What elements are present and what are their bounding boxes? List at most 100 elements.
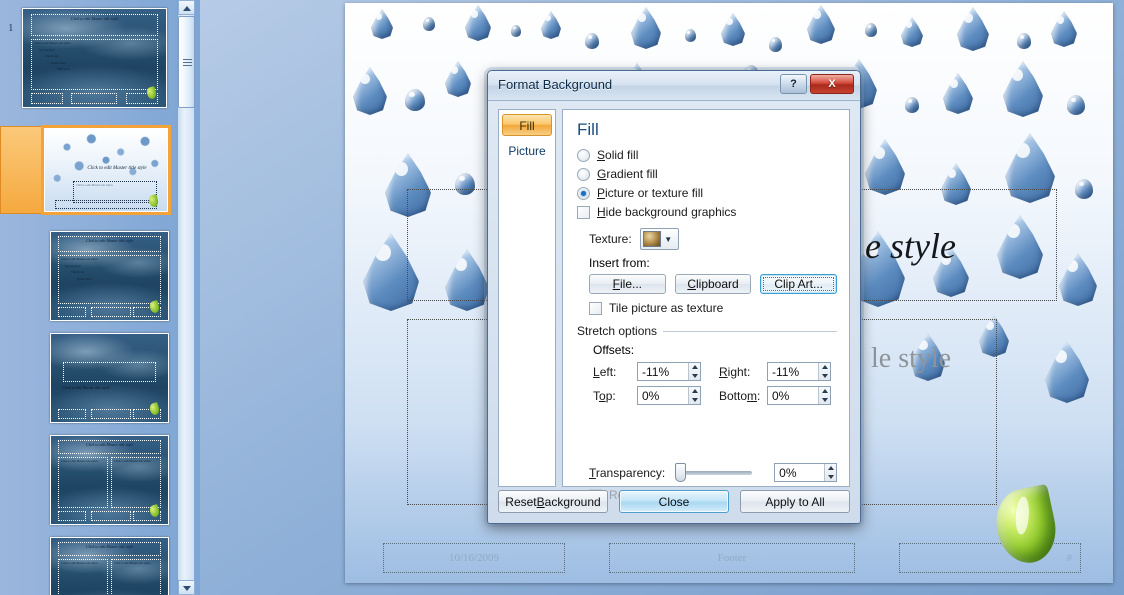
- chevron-up-icon: [827, 466, 834, 471]
- spinner-buttons[interactable]: [688, 387, 700, 404]
- checkbox-tile-picture-as-texture[interactable]: Tile picture as texture: [589, 301, 837, 315]
- dialog-titlebar[interactable]: Format Background ? X: [488, 71, 860, 101]
- nav-item-picture[interactable]: Picture: [502, 140, 552, 162]
- slide-thumbnail-4[interactable]: Click to edit Master title style: [50, 333, 169, 423]
- spinner-up[interactable]: [819, 387, 830, 396]
- chevron-up-icon: [821, 365, 828, 370]
- offset-left-input[interactable]: [638, 363, 688, 380]
- reset-background-button[interactable]: Reset Background: [498, 490, 608, 513]
- chevron-up-icon: [821, 389, 828, 394]
- water-drop: [511, 25, 521, 37]
- slide-thumbnail-6[interactable]: Click to edit Master title style Click t…: [50, 537, 169, 595]
- slide-thumbnail-pane[interactable]: 1 Click to edit Master title style Click…: [0, 0, 200, 595]
- offset-left-label: Left:: [593, 364, 617, 379]
- apply-to-all-button[interactable]: Apply to All: [740, 490, 850, 513]
- spinner-up[interactable]: [819, 363, 830, 372]
- insert-from-label: Insert from:: [589, 256, 650, 270]
- water-drop: [905, 97, 919, 113]
- spinner-down[interactable]: [819, 396, 830, 405]
- thumb-footer-placeholder: [91, 511, 131, 521]
- spinner-buttons[interactable]: [818, 363, 830, 380]
- checkbox-hide-background-graphics[interactable]: Hide background graphics: [577, 205, 837, 219]
- spinner-buttons[interactable]: [818, 387, 830, 404]
- insert-clipart-button[interactable]: Clip Art...: [760, 274, 838, 294]
- radio-gradient-fill[interactable]: Gradient fill: [577, 167, 837, 181]
- format-background-dialog[interactable]: Format Background ? X Fill Picture Fill …: [487, 70, 861, 524]
- thumb-title-placeholder: Click to edit Master title style: [87, 166, 147, 171]
- slider-thumb[interactable]: [674, 462, 686, 482]
- chevron-down-icon: [827, 474, 834, 479]
- spinner-down[interactable]: [689, 372, 700, 381]
- offset-right-spinner[interactable]: [767, 362, 831, 381]
- offset-top-spinner[interactable]: [637, 386, 701, 405]
- spinner-down[interactable]: [689, 396, 700, 405]
- thumb-body-placeholder: [63, 362, 156, 382]
- offset-bottom-input[interactable]: [768, 387, 818, 404]
- close-dialog-button[interactable]: Close: [619, 490, 729, 513]
- spinner-down[interactable]: [819, 372, 830, 381]
- spinner-up[interactable]: [689, 387, 700, 396]
- texture-dropdown[interactable]: ▼: [639, 228, 679, 250]
- slide-title-text: e style: [865, 226, 956, 266]
- radio-picture-or-texture-fill[interactable]: Picture or texture fill: [577, 186, 837, 200]
- thumb-date-placeholder: [58, 307, 86, 317]
- radio-label: Picture or texture fill: [597, 186, 704, 200]
- spinner-down[interactable]: [825, 473, 836, 482]
- panel-title: Fill: [577, 120, 599, 139]
- water-drop: [1045, 341, 1089, 403]
- spinner-buttons[interactable]: [824, 464, 836, 481]
- offset-left-spinner[interactable]: [637, 362, 701, 381]
- slide-thumbnail-1[interactable]: Click to edit Master title style Click t…: [22, 8, 167, 108]
- thumb-body-placeholder: Click to edit Master text styles Second …: [31, 39, 158, 90]
- chevron-down-icon: [691, 373, 698, 378]
- stretch-options-group: Stretch options: [577, 324, 837, 338]
- radio-solid-fill[interactable]: Solid fill: [577, 148, 837, 162]
- insert-file-button[interactable]: File...: [589, 274, 666, 294]
- offset-top-input[interactable]: [638, 387, 688, 404]
- transparency-spinner[interactable]: [774, 463, 837, 482]
- spinner-up[interactable]: [689, 363, 700, 372]
- water-drop: [585, 33, 599, 49]
- transparency-input[interactable]: [775, 464, 825, 481]
- slide-number-placeholder[interactable]: #: [899, 543, 1081, 573]
- dialog-nav-list[interactable]: Fill Picture: [498, 109, 556, 487]
- radio-icon: [577, 167, 590, 181]
- water-drop: [1003, 61, 1043, 117]
- scrollbar-thumb[interactable]: [178, 16, 195, 108]
- thumb-body-placeholder-right: Click to edit Master text styles: [111, 559, 161, 595]
- insert-clipboard-button[interactable]: Clipboard: [674, 274, 752, 294]
- thumb-body-placeholder-right: Click to edit Master text styles: [111, 457, 161, 508]
- offset-bottom-spinner[interactable]: [767, 386, 831, 405]
- insert-from-buttons: File... Clipboard Clip Art...: [589, 274, 838, 294]
- slide-thumbnail-3[interactable]: Click to edit Master title style Click t…: [50, 231, 169, 321]
- thumb-title-placeholder: Click to edit Master title style: [58, 440, 161, 454]
- thumb-body-placeholder-left: Click to edit Master text styles: [58, 457, 108, 508]
- radio-label: Solid fill: [597, 148, 639, 162]
- slide-thumbnail-5[interactable]: Click to edit Master title style Click t…: [50, 435, 169, 525]
- sidebar-scrollbar[interactable]: [177, 0, 195, 595]
- dialog-title: Format Background: [498, 77, 613, 92]
- close-button[interactable]: X: [810, 74, 854, 94]
- chevron-down-icon: [691, 397, 698, 402]
- checkbox-icon: [589, 301, 602, 315]
- help-button[interactable]: ?: [780, 74, 807, 94]
- slide-date-placeholder[interactable]: 10/16/2009: [383, 543, 565, 573]
- water-drop: [807, 5, 835, 44]
- scroll-up-button[interactable]: [178, 0, 195, 15]
- water-drop: [445, 61, 471, 97]
- transparency-slider[interactable]: [674, 462, 753, 482]
- dialog-footer-buttons: Reset Background Close Apply to All: [498, 490, 850, 513]
- nav-item-fill[interactable]: Fill: [502, 114, 552, 136]
- offset-right-input[interactable]: [768, 363, 818, 380]
- thumb-frame: Click to edit Master title style Click t…: [50, 435, 169, 525]
- offset-row-2: ToTop:p: Bottom:: [593, 386, 837, 405]
- grip-icon: [183, 59, 192, 66]
- spinner-up[interactable]: [825, 464, 836, 473]
- offset-bottom-label: Bottom:: [719, 388, 761, 403]
- water-drop: [423, 17, 435, 31]
- slide-footer-placeholder[interactable]: Footer: [609, 543, 855, 573]
- slide-thumbnail-2[interactable]: Click to edit Master title style Click t…: [41, 125, 171, 215]
- thumb-footer-placeholder: [91, 307, 131, 317]
- scroll-down-button[interactable]: [178, 580, 195, 595]
- spinner-buttons[interactable]: [688, 363, 700, 380]
